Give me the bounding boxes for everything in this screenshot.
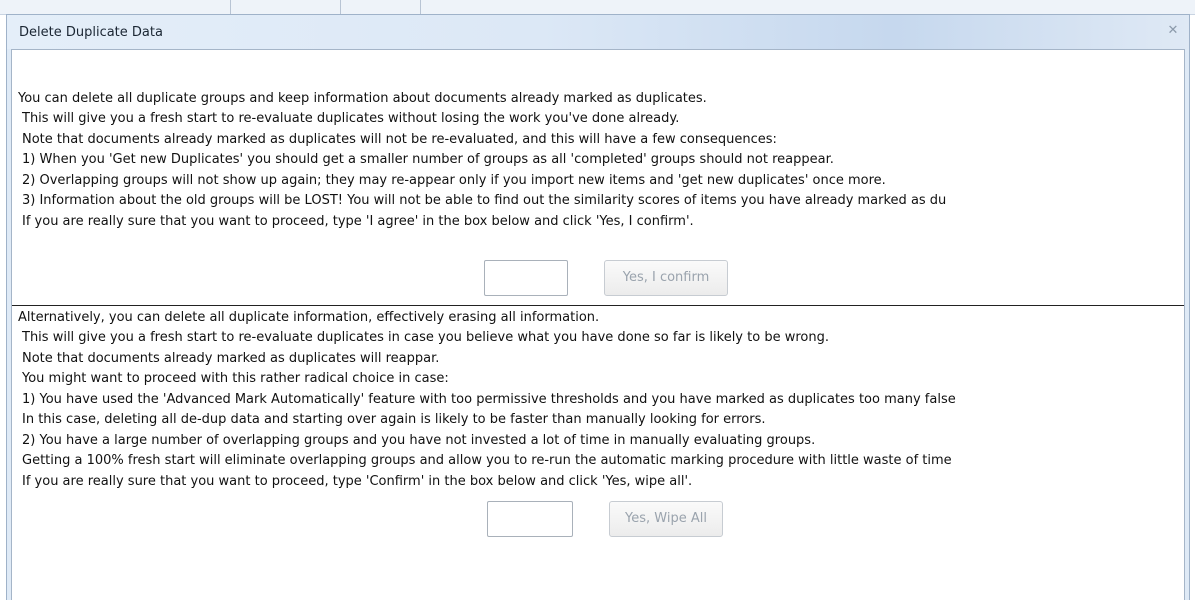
- background-window-strip: [0, 0, 1195, 15]
- yes-wipe-all-button[interactable]: Yes, Wipe All: [609, 501, 723, 537]
- yes-i-confirm-button[interactable]: Yes, I confirm: [604, 260, 728, 296]
- dialog-title: Delete Duplicate Data: [19, 25, 163, 40]
- section1-text-line: If you are really sure that you want to …: [22, 214, 694, 229]
- section2-text-line: Note that documents already marked as du…: [22, 351, 440, 366]
- section1-text-line: This will give you a fresh start to re-e…: [22, 111, 680, 126]
- background-divider: [420, 0, 421, 14]
- dialog-content: You can delete all duplicate groups and …: [11, 49, 1185, 600]
- section1-text-line: You can delete all duplicate groups and …: [18, 91, 707, 106]
- section2-text-line: You might want to proceed with this rath…: [22, 371, 449, 386]
- section2-text-line: This will give you a fresh start to re-e…: [22, 330, 829, 345]
- section2-text-line: Getting a 100% fresh start will eliminat…: [22, 453, 952, 468]
- section2-text-line: 2) You have a large number of overlappin…: [22, 433, 816, 448]
- section1-text-line: 2) Overlapping groups will not show up a…: [22, 173, 886, 188]
- section2-text-line: In this case, deleting all de-dup data a…: [22, 412, 766, 427]
- section2-text-line: Alternatively, you can delete all duplic…: [18, 310, 600, 325]
- delete-duplicate-dialog: Delete Duplicate Data ✕ You can delete a…: [6, 14, 1190, 600]
- section2-text-line: If you are really sure that you want to …: [22, 474, 693, 489]
- section1-text-line: Note that documents already marked as du…: [22, 132, 777, 147]
- background-divider: [340, 0, 341, 14]
- section2-text-line: 1) You have used the 'Advanced Mark Auto…: [22, 392, 956, 407]
- background-divider: [230, 0, 231, 14]
- dialog-titlebar[interactable]: Delete Duplicate Data ✕: [7, 15, 1189, 49]
- section1-text-line: 1) When you 'Get new Duplicates' you sho…: [22, 152, 834, 167]
- confirm-input[interactable]: [487, 501, 573, 537]
- wipe-all-section: Alternatively, you can delete all duplic…: [12, 306, 1184, 600]
- close-icon[interactable]: ✕: [1165, 23, 1181, 39]
- keep-marked-section: You can delete all duplicate groups and …: [12, 50, 1184, 314]
- section1-text-line: 3) Information about the old groups will…: [22, 193, 947, 208]
- agree-input[interactable]: [484, 260, 568, 296]
